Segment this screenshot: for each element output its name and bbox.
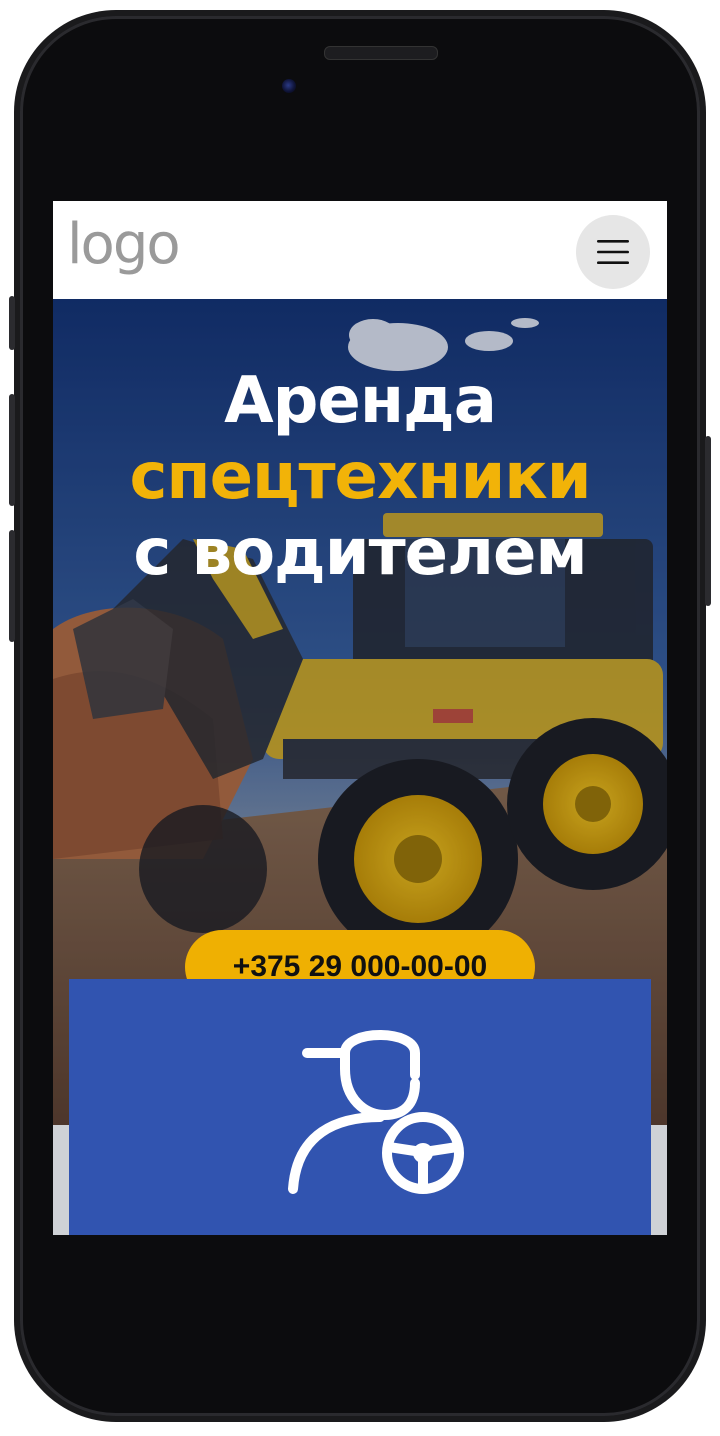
logo[interactable]: logo [67, 213, 181, 277]
site-header: logo [53, 201, 667, 299]
menu-button[interactable] [576, 215, 650, 289]
front-camera [282, 79, 296, 93]
hero-title-line-3: с водителем [133, 516, 587, 590]
power-button [705, 436, 711, 606]
volume-down-button [9, 530, 15, 642]
feature-card [69, 979, 651, 1235]
mute-switch [9, 296, 15, 350]
speaker-notch [324, 46, 438, 60]
hero-title-line-2: спецтехники [129, 440, 591, 514]
driver-steering-wheel-icon [288, 1030, 464, 1194]
hero-title: Аренда спецтехники с водителем [53, 363, 667, 591]
volume-up-button [9, 394, 15, 506]
phone-screen: logo Аренда спецтехники с водителем +375… [53, 201, 667, 1235]
hero-title-line-1: Аренда [224, 364, 497, 438]
hamburger-menu-icon [597, 240, 629, 264]
